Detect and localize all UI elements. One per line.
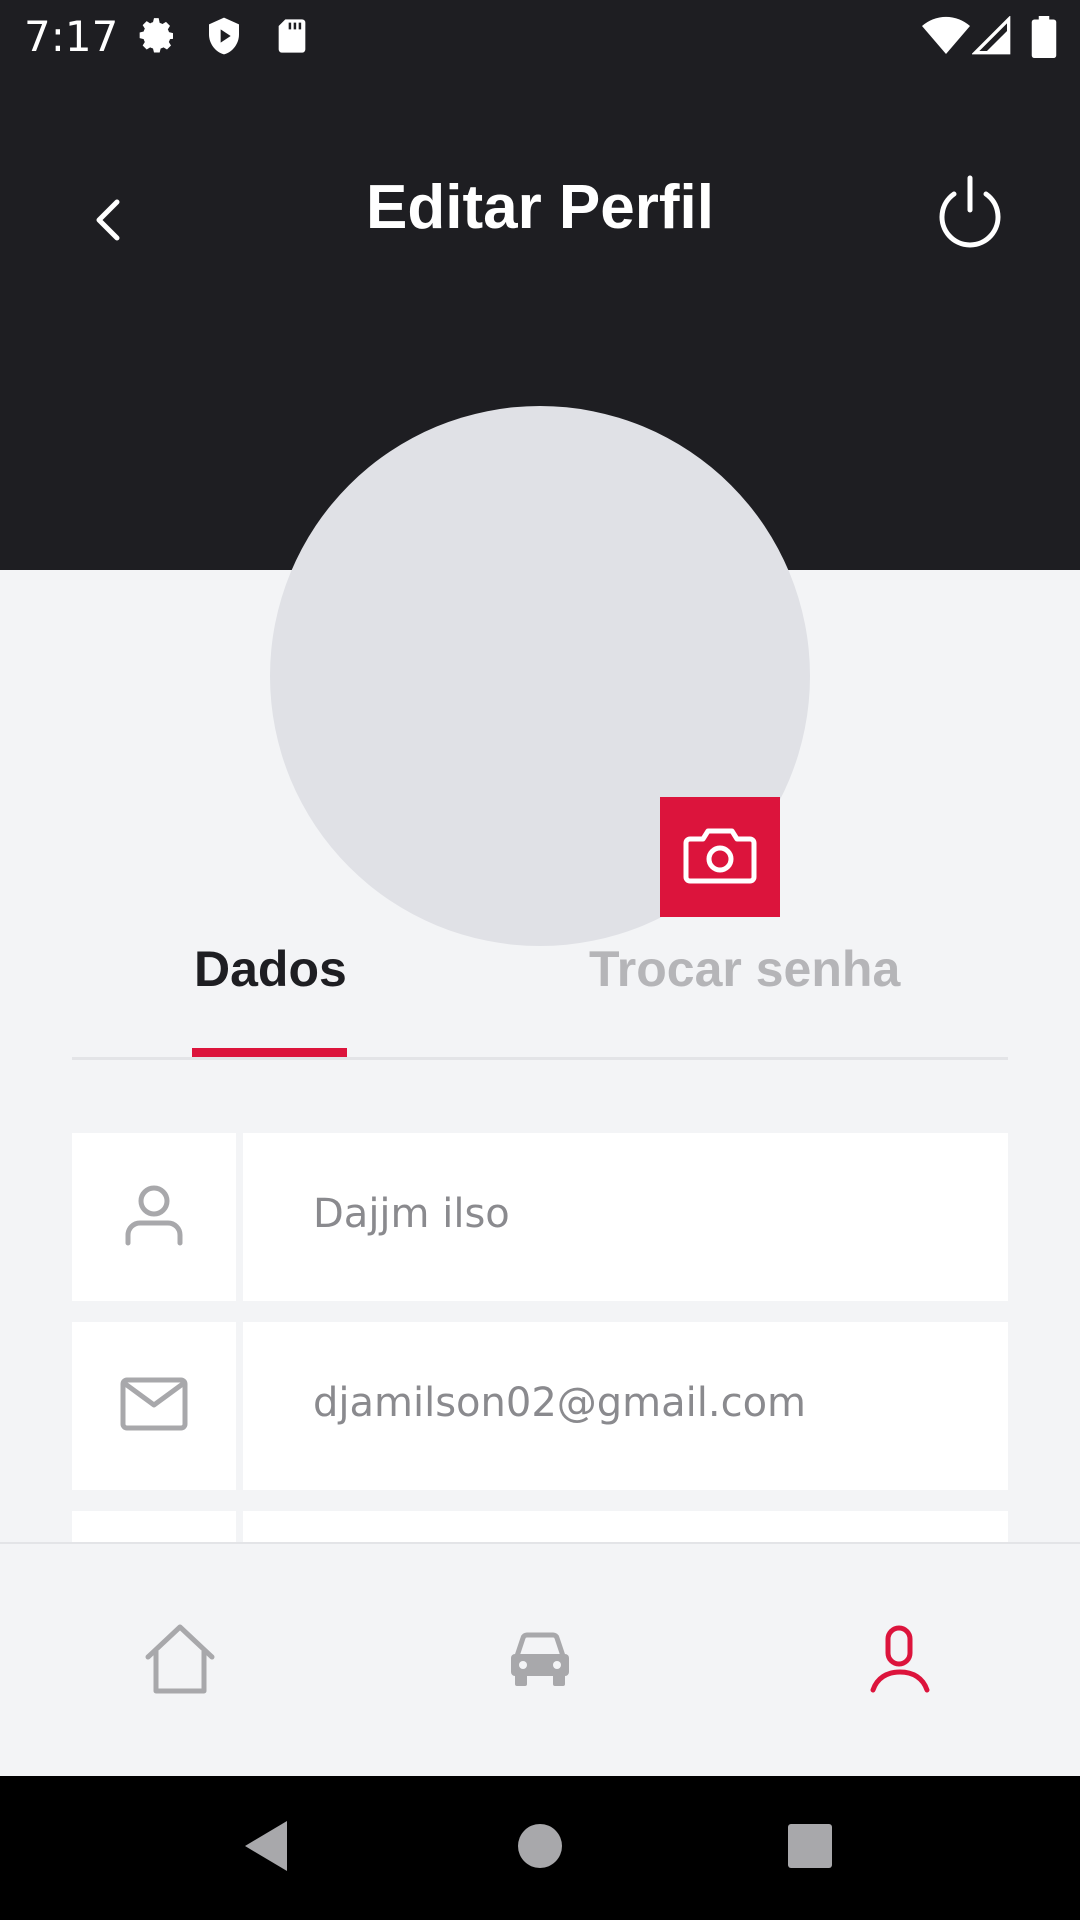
cellular-signal-icon — [971, 15, 1012, 56]
tab-dados[interactable]: Dados — [194, 940, 347, 998]
nav-profile[interactable] — [845, 1606, 955, 1716]
power-icon — [930, 175, 1010, 256]
name-field-row: Dajjm ilso — [72, 1133, 1008, 1301]
home-circle-icon — [516, 1822, 564, 1875]
tab-trocar-senha[interactable]: Trocar senha — [589, 940, 900, 998]
email-field-value: djamilson02@gmail.com — [313, 1380, 807, 1426]
name-field-icon-box — [72, 1133, 236, 1301]
bottom-nav — [0, 1542, 1080, 1776]
shield-play-icon — [204, 16, 244, 56]
change-photo-button[interactable] — [660, 797, 780, 917]
back-button[interactable] — [80, 182, 136, 262]
profile-icon — [870, 1624, 930, 1699]
recents-square-icon — [786, 1822, 834, 1875]
system-home-button[interactable] — [504, 1812, 576, 1884]
gear-icon — [138, 16, 178, 56]
system-back-button[interactable] — [230, 1812, 302, 1884]
profile-tabs: Dados Trocar senha — [72, 920, 1008, 1060]
system-navigation-bar — [0, 1776, 1080, 1920]
nav-car[interactable] — [485, 1606, 595, 1716]
camera-icon — [682, 825, 758, 890]
car-icon — [507, 1630, 573, 1693]
email-field-icon-box — [72, 1322, 236, 1490]
page-title: Editar Perfil — [366, 173, 714, 242]
user-icon — [124, 1184, 184, 1251]
nav-home[interactable] — [125, 1606, 235, 1716]
tab-divider — [72, 1057, 1008, 1060]
sd-card-icon — [272, 16, 312, 56]
third-field[interactable] — [243, 1511, 1008, 1542]
battery-icon — [1030, 16, 1058, 58]
third-field-row — [72, 1511, 1008, 1542]
chevron-left-icon — [93, 198, 123, 247]
status-time: 7:17 — [24, 12, 119, 61]
name-field[interactable]: Dajjm ilso — [243, 1133, 1008, 1301]
email-field-row: djamilson02@gmail.com — [72, 1322, 1008, 1490]
name-field-value: Dajjm ilso — [313, 1191, 510, 1237]
email-field[interactable]: djamilson02@gmail.com — [243, 1322, 1008, 1490]
active-tab-indicator — [192, 1048, 347, 1057]
wifi-icon — [922, 16, 970, 56]
status-bar: 7:17 — [0, 0, 1080, 72]
system-recents-button[interactable] — [774, 1812, 846, 1884]
home-icon — [142, 1623, 218, 1700]
back-triangle-icon — [241, 1819, 291, 1878]
logout-button[interactable] — [930, 172, 1010, 252]
third-field-icon-box — [72, 1511, 236, 1542]
mail-icon — [120, 1377, 188, 1436]
